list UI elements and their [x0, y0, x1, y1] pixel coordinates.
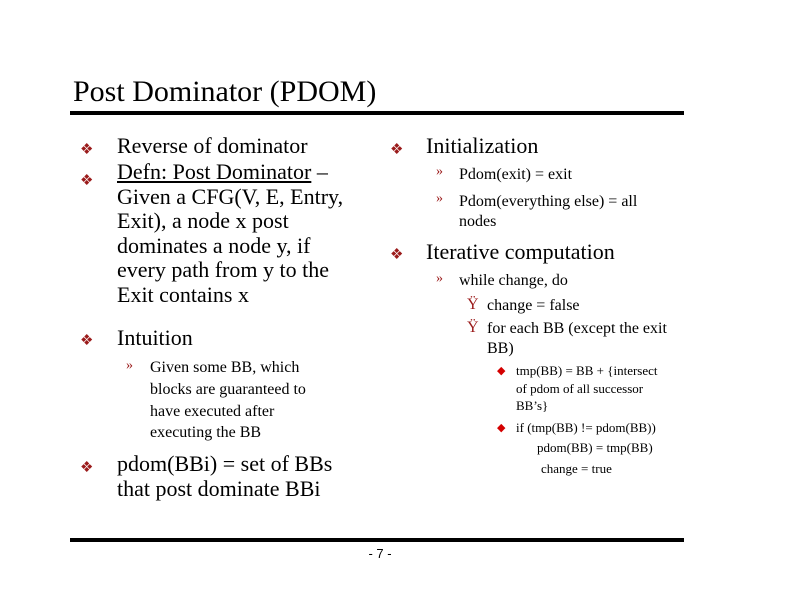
- bullet-icon: ❖: [80, 460, 94, 476]
- sub-bullet-icon: »: [436, 271, 443, 286]
- inner-item: if (tmp(BB) != pdom(BB)): [516, 420, 656, 435]
- bullet-icon: ❖: [80, 333, 94, 349]
- sub-bullet-icon: »: [436, 164, 443, 179]
- diamond-bullet-icon: ◆: [497, 365, 506, 377]
- slide-title: Post Dominator (PDOM): [73, 75, 377, 108]
- bullet-icon: ❖: [80, 173, 94, 189]
- diamond-bullet-icon: ◆: [497, 422, 506, 434]
- page-number: - 7 -: [368, 546, 392, 561]
- bullet-icon: ❖: [390, 142, 404, 158]
- defn-line: every path from y to the: [117, 257, 329, 282]
- intuition-line: executing the BB: [150, 424, 262, 441]
- step-bullet-icon: Ÿ: [467, 319, 479, 336]
- step-bullet-icon: Ÿ: [467, 296, 479, 313]
- sub-bullet-icon: »: [126, 358, 133, 373]
- bullet-initialization: Initialization: [426, 133, 539, 158]
- while-loop: while change, do: [459, 272, 568, 289]
- init-item: Pdom(exit) = exit: [459, 166, 573, 183]
- bullet-intuition: Intuition: [117, 325, 193, 350]
- step-item: for each BB (except the exit: [487, 320, 667, 337]
- bullet-defn-post-dominator: Defn: Post Dominator –: [117, 159, 328, 185]
- bullet-iterative-computation: Iterative computation: [426, 239, 615, 264]
- bullet-pdom-def: pdom(BBi) = set of BBs: [117, 451, 333, 476]
- bullet-pdom-def-line: that post dominate BBi: [117, 475, 321, 501]
- inner-item-line: of pdom of all successor: [516, 381, 644, 396]
- intuition-line: have executed after: [150, 402, 275, 420]
- defn-line: Exit), a node x post: [117, 208, 289, 233]
- inner-item-line: change = true: [541, 461, 612, 476]
- inner-item-line: BB’s}: [516, 398, 549, 413]
- step-item-line: BB): [487, 340, 514, 357]
- title-rule: [70, 111, 684, 115]
- defn-term: Defn: Post Dominator: [117, 159, 312, 184]
- defn-line: dominates a node y, if: [117, 232, 311, 258]
- init-item-line: nodes: [459, 213, 497, 230]
- inner-item-line: pdom(BB) = tmp(BB): [537, 440, 653, 455]
- bullet-icon: ❖: [80, 142, 94, 158]
- bullet-icon: ❖: [390, 247, 404, 263]
- init-item: Pdom(everything else) = all: [459, 193, 638, 210]
- sub-bullet-icon: »: [436, 191, 443, 206]
- bullet-reverse-of-dominator: Reverse of dominator: [117, 133, 308, 158]
- defn-line: Given a CFG(V, E, Entry,: [117, 183, 344, 209]
- intuition-line: Given some BB, which: [150, 359, 300, 376]
- footer-rule: [70, 538, 684, 542]
- inner-item: tmp(BB) = BB + {intersect: [516, 363, 658, 378]
- intuition-line: blocks are guaranteed to: [150, 381, 306, 398]
- defn-line: Exit contains x: [117, 281, 249, 307]
- defn-dash: –: [311, 159, 328, 184]
- step-item: change = false: [487, 297, 580, 314]
